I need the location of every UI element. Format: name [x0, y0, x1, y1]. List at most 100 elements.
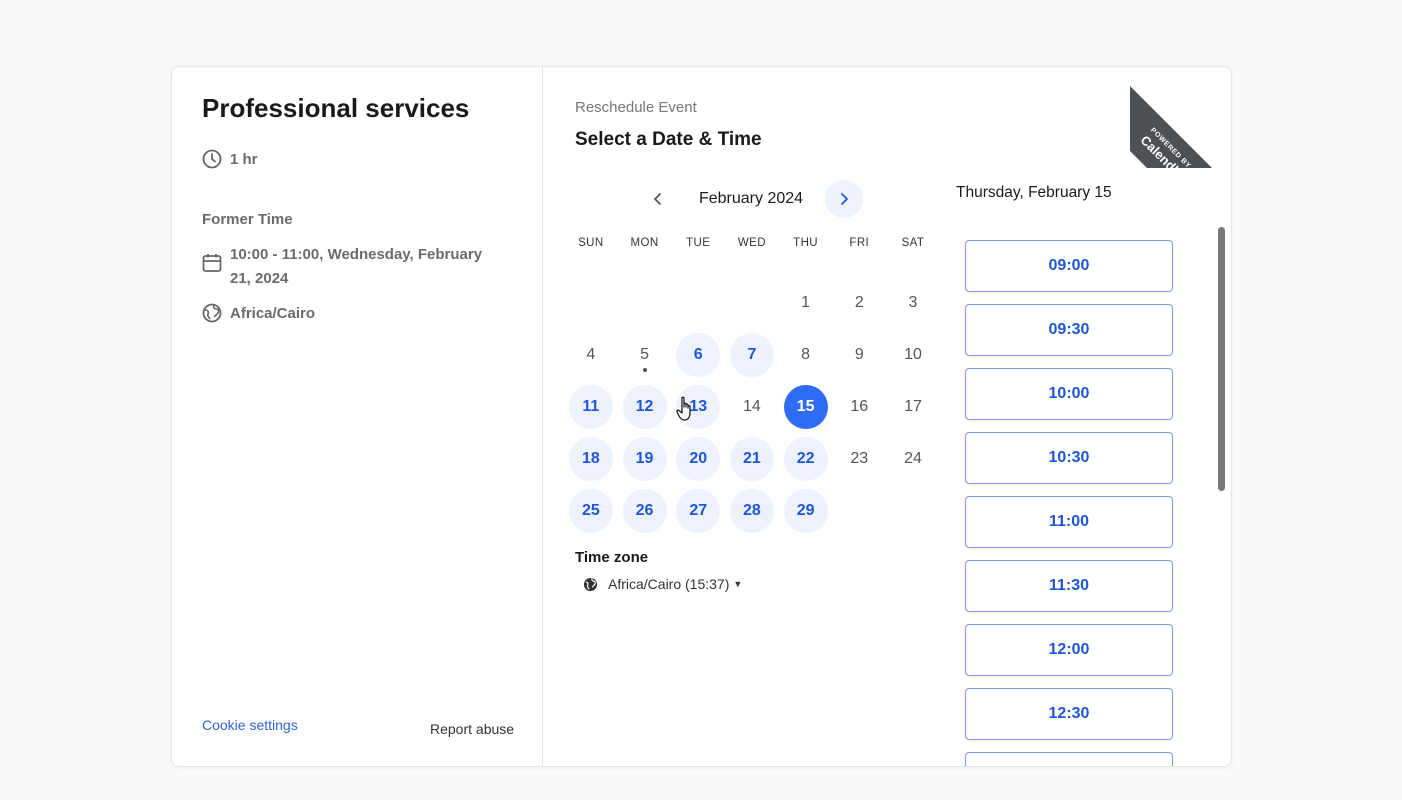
time-slot-button[interactable]: 13:00	[965, 752, 1173, 766]
timezone-label: Time zone	[575, 549, 649, 566]
date-time-panel: Reschedule Event Select a Date & Time Fe…	[543, 67, 1231, 766]
calendar-day-9: 9	[832, 329, 886, 381]
calendar-day-14: 14	[725, 381, 779, 433]
calendar-day-3: 3	[886, 277, 940, 329]
next-month-button[interactable]	[825, 180, 863, 218]
calendar-day-number: 24	[904, 450, 922, 467]
chevron-left-icon	[654, 193, 661, 205]
globe-icon	[202, 303, 222, 323]
calendar-day-number: 20	[676, 437, 721, 481]
calendar-day-number: 6	[676, 333, 721, 377]
calendar-day-number: 22	[783, 437, 828, 481]
time-slot-button[interactable]: 12:00	[965, 624, 1173, 676]
month-navigation: February 2024	[639, 180, 863, 218]
time-slot-button[interactable]: 12:30	[965, 688, 1173, 740]
calendar-day-28[interactable]: 28	[725, 485, 779, 537]
calendar-day-20[interactable]: 20	[671, 433, 725, 485]
calendar-day-21[interactable]: 21	[725, 433, 779, 485]
calendar-day-number: 23	[850, 450, 869, 467]
today-indicator-dot	[642, 368, 647, 372]
calendar-day-16: 16	[832, 381, 886, 433]
time-slot-button[interactable]: 10:30	[965, 432, 1173, 484]
weekday-thu: THU	[793, 237, 819, 249]
calendar-day-7[interactable]: 7	[725, 329, 779, 381]
former-timezone-text: Africa/Cairo	[230, 304, 316, 322]
former-time-text: 10:00 - 11:00, Wednesday, February 21, 2…	[230, 246, 483, 287]
calendar-day-number: 28	[729, 489, 774, 533]
calendar-day-number: 17	[904, 398, 922, 415]
calendar-day-1: 1	[779, 277, 833, 329]
duration-text: 1 hr	[230, 150, 258, 168]
calendar-day-number: 2	[854, 294, 864, 311]
previous-month-button[interactable]	[639, 180, 677, 218]
calendar-day-29[interactable]: 29	[779, 485, 833, 537]
time-slot-button[interactable]: 11:00	[965, 496, 1173, 548]
powered-by-badge[interactable]: POWERED BY Calendly	[1130, 67, 1231, 168]
calendar-day-number: 10	[904, 346, 922, 363]
time-slot-list[interactable]: 09:00 09:30 10:00 10:30 11:00 11:30 12:00 12:30…	[965, 240, 1175, 766]
former-timezone: Africa/Cairo	[202, 303, 315, 323]
calendar-empty-cell	[671, 277, 725, 329]
calendar-day-4: 4	[564, 329, 618, 381]
weekday-sat: SAT	[901, 237, 925, 249]
former-time: 10:00 - 11:00, Wednesday, February 21, 2…	[202, 243, 502, 291]
calendar-day-number: 1	[801, 294, 811, 311]
calendar-day-5: 5	[618, 329, 672, 381]
scrollbar-thumb[interactable]	[1218, 227, 1225, 491]
weekday-header: SUN MON TUE WED THU FRI SAT	[564, 237, 942, 257]
weekday-tue: TUE	[686, 237, 711, 249]
event-title: Professional services	[202, 93, 470, 123]
calendar-day-8: 8	[779, 329, 833, 381]
calendar-empty-cell	[564, 277, 618, 329]
calendar-grid: 1 2 3 4 5 6 7 8 9 10 11 12 13 14 15 16 17 18 19 20 21 22 23 24 2…	[564, 277, 942, 537]
month-label: February 2024	[698, 190, 804, 207]
calendar-day-6[interactable]: 6	[671, 329, 725, 381]
calendar-day-15[interactable]: 15	[779, 381, 833, 433]
calendar-day-27[interactable]: 27	[671, 485, 725, 537]
selected-date-heading: Thursday, February 15	[956, 184, 1112, 201]
calendar-day-26[interactable]: 26	[618, 485, 672, 537]
calendar-day-23: 23	[832, 433, 886, 485]
calendar-day-number: 18	[568, 437, 613, 481]
calendar-day-25[interactable]: 25	[564, 485, 618, 537]
calendar-day-number: 27	[676, 489, 721, 533]
weekday-wed: WED	[737, 237, 766, 249]
weekday-sun: SUN	[578, 237, 604, 249]
calendar-day-number: 26	[622, 489, 667, 533]
event-duration: 1 hr	[202, 149, 258, 169]
calendar-day-2: 2	[832, 277, 886, 329]
calendar-icon	[202, 253, 222, 273]
hand-pointer-icon	[676, 396, 691, 421]
chevron-right-icon	[841, 193, 848, 205]
calendar-day-19[interactable]: 19	[618, 433, 672, 485]
report-abuse-link[interactable]: Report abuse	[430, 721, 514, 737]
calendar-day-number: 9	[854, 346, 864, 363]
weekday-mon: MON	[630, 237, 659, 249]
calendar-day-17: 17	[886, 381, 940, 433]
calendar-day-number: 19	[622, 437, 667, 481]
calendar-day-number: 21	[729, 437, 774, 481]
calendar-day-number: 8	[801, 346, 811, 363]
calendar-day-number: 29	[783, 489, 828, 533]
calendar-day-10: 10	[886, 329, 940, 381]
weekday-fri: FRI	[849, 237, 870, 249]
time-slot-button[interactable]: 09:30	[965, 304, 1173, 356]
caret-down-icon: ▼	[733, 579, 743, 589]
former-time-label: Former Time	[202, 211, 293, 228]
calendar-day-22[interactable]: 22	[779, 433, 833, 485]
calendar-day-18[interactable]: 18	[564, 433, 618, 485]
time-slot-button[interactable]: 11:30	[965, 560, 1173, 612]
time-slot-scrollbar[interactable]	[1218, 227, 1226, 491]
cookie-settings-link[interactable]: Cookie settings	[202, 717, 298, 733]
calendar-empty-cell	[725, 277, 779, 329]
calendar-day-11[interactable]: 11	[564, 381, 618, 433]
calendar-day-number: 11	[568, 385, 613, 429]
calendar-day-number: 12	[622, 385, 667, 429]
calendar: SUN MON TUE WED THU FRI SAT 1 2 3 4 5 6 7 8 9 10 11 12 13 1…	[564, 237, 942, 537]
calendar-empty-cell	[618, 277, 672, 329]
calendly-ribbon[interactable]: POWERED BY Calendly	[1130, 78, 1231, 168]
calendar-day-12[interactable]: 12	[618, 381, 672, 433]
time-slot-button[interactable]: 10:00	[965, 368, 1173, 420]
timezone-select[interactable]: Africa/Cairo (15:37) ▼	[583, 576, 742, 592]
time-slot-button[interactable]: 09:00	[965, 240, 1173, 292]
